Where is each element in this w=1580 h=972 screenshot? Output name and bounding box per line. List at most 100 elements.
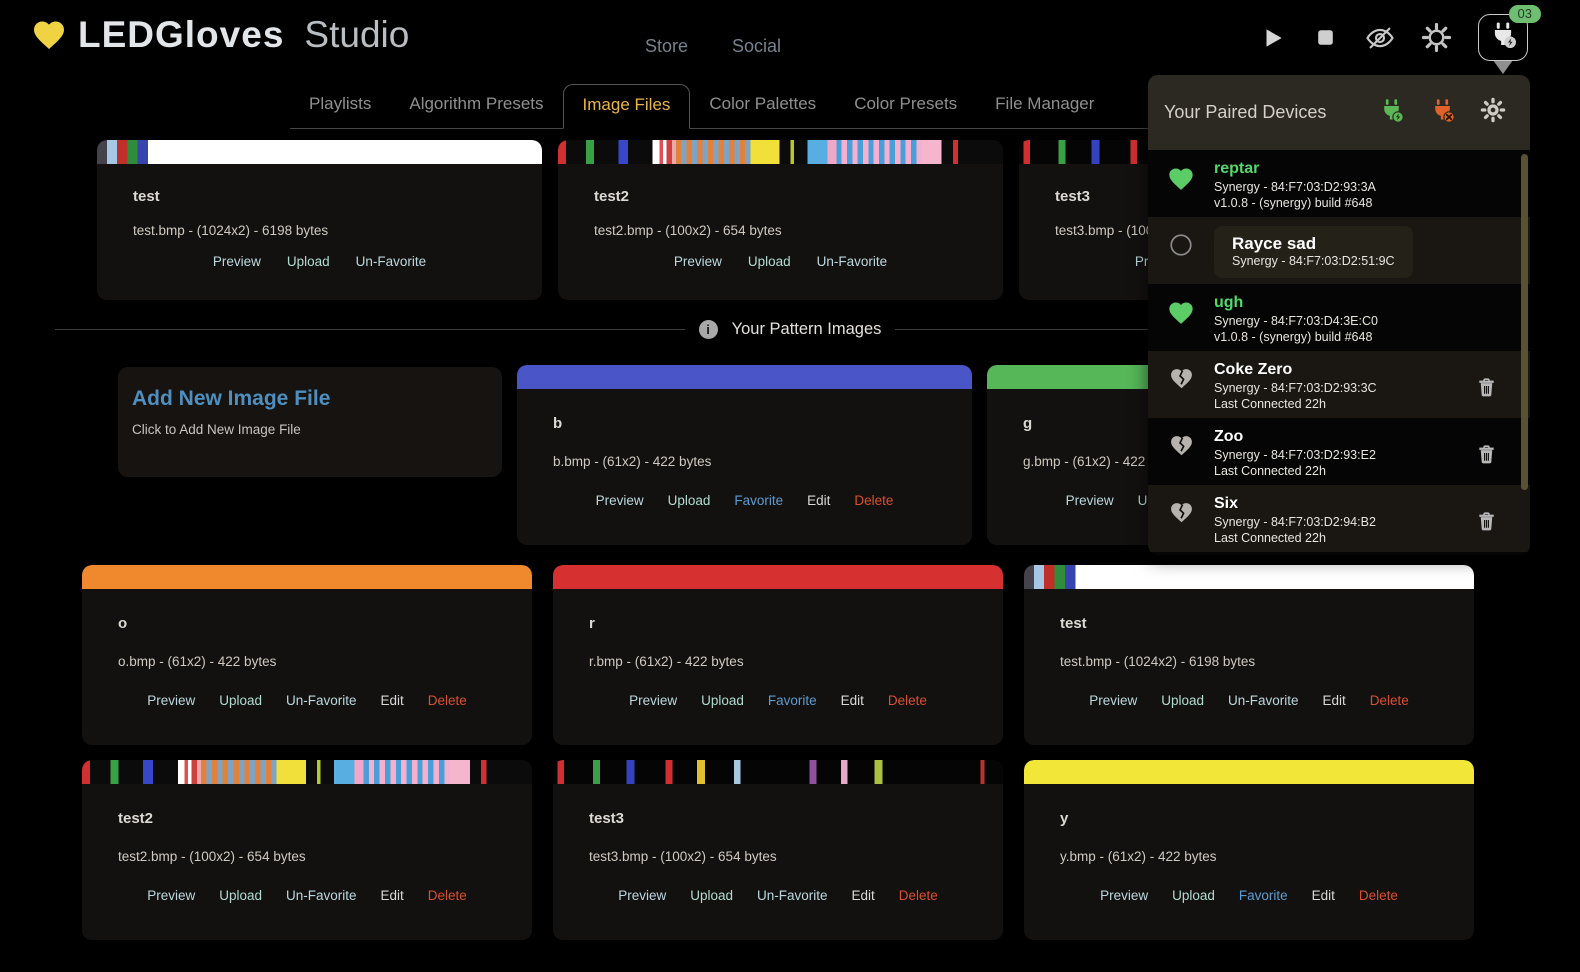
upload-button[interactable]: Upload [690,888,733,903]
unfavorite-button[interactable]: Un-Favorite [286,693,357,708]
nav-store[interactable]: Store [645,36,688,57]
image-preview-strip[interactable] [82,760,532,784]
preview-button[interactable]: Preview [618,888,666,903]
delete-button[interactable]: Delete [1370,693,1409,708]
nav-social[interactable]: Social [732,36,781,57]
tab-algorithm-presets[interactable]: Algorithm Presets [390,84,562,128]
image-file-card: yy.bmp - (61x2) - 422 bytesPreviewUpload… [1024,760,1474,940]
upload-button[interactable]: Upload [1161,693,1204,708]
tab-color-presets[interactable]: Color Presets [835,84,976,128]
preview-button[interactable]: Preview [147,888,195,903]
delete-button[interactable]: Delete [888,693,927,708]
image-preview-strip[interactable] [553,760,1003,784]
device-row[interactable]: ZooSynergy - 84:F7:03:D2:93:E2Last Conne… [1148,418,1530,485]
brand-name: LEDGloves [78,14,284,56]
dropdown-caret-icon [1493,60,1513,74]
card-title: o [118,615,532,632]
delete-device-trash-icon[interactable] [1475,375,1498,404]
favorite-button[interactable]: Favorite [768,693,817,708]
delete-button[interactable]: Delete [1359,888,1398,903]
upload-button[interactable]: Upload [287,254,330,269]
upload-button[interactable]: Upload [701,693,744,708]
upload-button[interactable]: Upload [219,693,262,708]
preview-button[interactable]: Preview [1100,888,1148,903]
preview-button[interactable]: Preview [1066,493,1114,508]
device-settings-gear-icon[interactable] [1480,97,1506,128]
ledgloves-studio-app: LEDGloves Studio Store Social [0,0,1580,972]
preview-button[interactable]: Preview [147,693,195,708]
image-preview-strip[interactable] [1024,565,1474,589]
stop-icon[interactable] [1313,25,1338,50]
image-preview-strip[interactable] [558,140,1003,164]
edit-button[interactable]: Edit [381,693,404,708]
device-address: Synergy - 84:F7:03:D4:3E:C0 [1214,313,1378,329]
upload-button[interactable]: Upload [748,254,791,269]
device-info: ughSynergy - 84:F7:03:D4:3E:C0v1.0.8 - (… [1214,293,1378,345]
delete-button[interactable]: Delete [899,888,938,903]
broken-heart-icon[interactable] [1148,360,1214,391]
device-row[interactable]: SixSynergy - 84:F7:03:D2:94:B2Last Conne… [1148,485,1530,552]
delete-device-trash-icon[interactable] [1475,509,1498,538]
preview-button[interactable]: Preview [1089,693,1137,708]
delete-button[interactable]: Delete [428,888,467,903]
paired-devices-panel: Your Paired Devices [1148,75,1530,555]
image-preview-strip[interactable] [517,365,972,389]
unfavorite-button[interactable]: Un-Favorite [817,254,888,269]
top-action-icons: 03 [1260,14,1528,61]
upload-button[interactable]: Upload [668,493,711,508]
image-preview-strip[interactable] [1024,760,1474,784]
image-preview-strip[interactable] [82,565,532,589]
edit-button[interactable]: Edit [807,493,830,508]
top-bar: LEDGloves Studio Store Social [0,0,1580,80]
play-icon[interactable] [1260,25,1286,51]
add-new-image-card[interactable]: Add New Image File Click to Add New Imag… [118,367,502,477]
tab-file-manager[interactable]: File Manager [976,84,1113,128]
broken-heart-icon[interactable] [1148,494,1214,525]
unfavorite-button[interactable]: Un-Favorite [286,888,357,903]
device-row[interactable]: ughSynergy - 84:F7:03:D4:3E:C0v1.0.8 - (… [1148,284,1530,351]
info-icon[interactable]: i [699,320,718,339]
device-row[interactable]: Rayce sadSynergy - 84:F7:03:D2:51:9C [1148,217,1530,284]
unfavorite-button[interactable]: Un-Favorite [356,254,427,269]
image-preview-strip[interactable] [97,140,542,164]
edit-button[interactable]: Edit [1323,693,1346,708]
disconnect-all-plug-icon[interactable] [1429,97,1456,129]
heart-icon[interactable] [1148,159,1214,193]
delete-button[interactable]: Delete [428,693,467,708]
device-name: Six [1214,494,1376,514]
upload-button[interactable]: Upload [219,888,262,903]
edit-button[interactable]: Edit [1312,888,1335,903]
card-title: b [553,415,972,432]
edit-button[interactable]: Edit [841,693,864,708]
preview-button[interactable]: Preview [629,693,677,708]
device-row[interactable]: Coke ZeroSynergy - 84:F7:03:D2:93:3CLast… [1148,351,1530,418]
device-name: ugh [1214,293,1378,313]
tab-image-files[interactable]: Image Files [563,84,691,129]
unfavorite-button[interactable]: Un-Favorite [757,888,828,903]
preview-button[interactable]: Preview [596,493,644,508]
edit-button[interactable]: Edit [381,888,404,903]
tab-playlists[interactable]: Playlists [290,84,390,128]
device-address: Synergy - 84:F7:03:D2:51:9C [1232,254,1395,268]
heart-icon[interactable] [1148,293,1214,327]
upload-button[interactable]: Upload [1172,888,1215,903]
delete-button[interactable]: Delete [854,493,893,508]
image-preview-strip[interactable] [553,565,1003,589]
unfavorite-button[interactable]: Un-Favorite [1228,693,1299,708]
device-count-badge: 03 [1509,5,1541,23]
tab-color-palettes[interactable]: Color Palettes [690,84,835,128]
circle-status-icon[interactable] [1148,226,1214,258]
connect-all-plug-icon[interactable] [1378,97,1405,129]
broken-heart-icon[interactable] [1148,427,1214,458]
delete-device-trash-icon[interactable] [1475,442,1498,471]
device-address: Synergy - 84:F7:03:D2:93:E2 [1214,447,1376,463]
preview-button[interactable]: Preview [674,254,722,269]
favorite-button[interactable]: Favorite [1239,888,1288,903]
eye-off-icon[interactable] [1365,23,1395,53]
settings-gear-icon[interactable] [1422,23,1451,52]
device-row[interactable]: reptarSynergy - 84:F7:03:D2:93:3Av1.0.8 … [1148,150,1530,217]
preview-button[interactable]: Preview [213,254,261,269]
favorite-button[interactable]: Favorite [734,493,783,508]
edit-button[interactable]: Edit [852,888,875,903]
panel-scrollbar[interactable] [1521,154,1528,490]
